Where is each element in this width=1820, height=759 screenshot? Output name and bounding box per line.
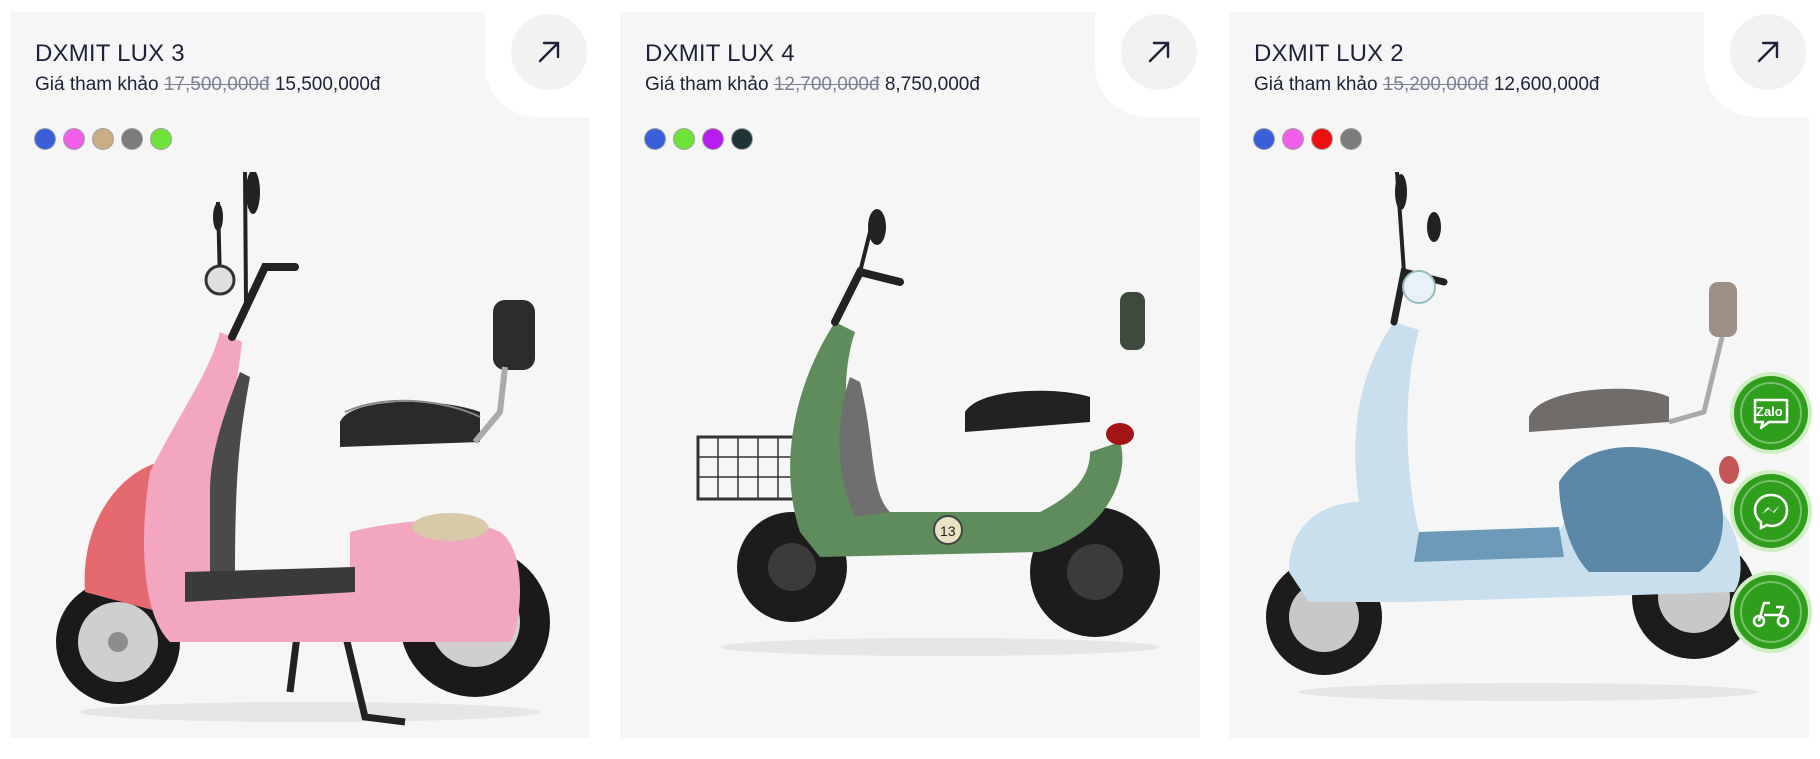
color-swatch[interactable]: [64, 129, 84, 149]
open-product-button[interactable]: [1730, 14, 1806, 90]
scooter-icon: [1740, 581, 1802, 643]
color-swatches: [35, 129, 171, 149]
zalo-button[interactable]: Zalo: [1734, 376, 1808, 450]
blue-scooter-image[interactable]: [1229, 172, 1809, 732]
product-card-lux-4[interactable]: DXMIT LUX 4 Giá tham khảo 12,700,000đ 8,…: [620, 12, 1200, 738]
color-swatch[interactable]: [1312, 129, 1332, 149]
card-corner: [1095, 12, 1200, 117]
color-swatches: [645, 129, 752, 149]
svg-text:13: 13: [940, 523, 956, 539]
product-title: DXMIT LUX 4: [645, 40, 795, 67]
product-title: DXMIT LUX 2: [1254, 40, 1404, 67]
color-swatch[interactable]: [1254, 129, 1274, 149]
old-price: 12,700,000đ: [773, 74, 880, 95]
open-product-button[interactable]: [1121, 14, 1197, 90]
color-swatches: [1254, 129, 1361, 149]
green-scooter-image[interactable]: 13: [620, 172, 1200, 732]
price-label: Giá tham khảo: [1254, 74, 1378, 95]
product-price: Giá tham khảo 17,500,000đ 15,500,000đ: [35, 74, 380, 96]
product-price: Giá tham khảo 12,700,000đ 8,750,000đ: [645, 74, 980, 96]
open-product-button[interactable]: [511, 14, 587, 90]
color-swatch[interactable]: [35, 129, 55, 149]
card-corner: [1704, 12, 1809, 117]
current-price: 15,500,000đ: [274, 74, 381, 95]
color-swatch[interactable]: [93, 129, 113, 149]
color-swatch[interactable]: [732, 129, 752, 149]
color-swatch[interactable]: [1341, 129, 1361, 149]
color-swatch[interactable]: [703, 129, 723, 149]
price-label: Giá tham khảo: [645, 74, 769, 95]
current-price: 12,600,000đ: [1493, 74, 1600, 95]
messenger-button[interactable]: [1734, 474, 1808, 548]
product-card-lux-2[interactable]: DXMIT LUX 2 Giá tham khảo 15,200,000đ 12…: [1229, 12, 1809, 738]
color-swatch[interactable]: [1283, 129, 1303, 149]
messenger-icon: [1740, 480, 1802, 542]
color-swatch[interactable]: [122, 129, 142, 149]
arrow-up-right-icon: [1757, 41, 1779, 63]
current-price: 8,750,000đ: [884, 74, 980, 95]
product-price: Giá tham khảo 15,200,000đ 12,600,000đ: [1254, 74, 1599, 96]
arrow-up-right-icon: [538, 41, 560, 63]
price-label: Giá tham khảo: [35, 74, 159, 95]
old-price: 15,200,000đ: [1382, 74, 1489, 95]
arrow-up-right-icon: [1148, 41, 1170, 63]
color-swatch[interactable]: [645, 129, 665, 149]
pink-scooter-image[interactable]: [10, 172, 590, 732]
old-price: 17,500,000đ: [163, 74, 270, 95]
product-card-lux-3[interactable]: DXMIT LUX 3 Giá tham khảo 17,500,000đ 15…: [10, 12, 590, 738]
zalo-label: Zalo: [1756, 404, 1783, 419]
product-title: DXMIT LUX 3: [35, 40, 185, 67]
color-swatch[interactable]: [674, 129, 694, 149]
card-corner: [485, 12, 590, 117]
color-swatch[interactable]: [151, 129, 171, 149]
scooter-contact-button[interactable]: [1734, 575, 1808, 649]
